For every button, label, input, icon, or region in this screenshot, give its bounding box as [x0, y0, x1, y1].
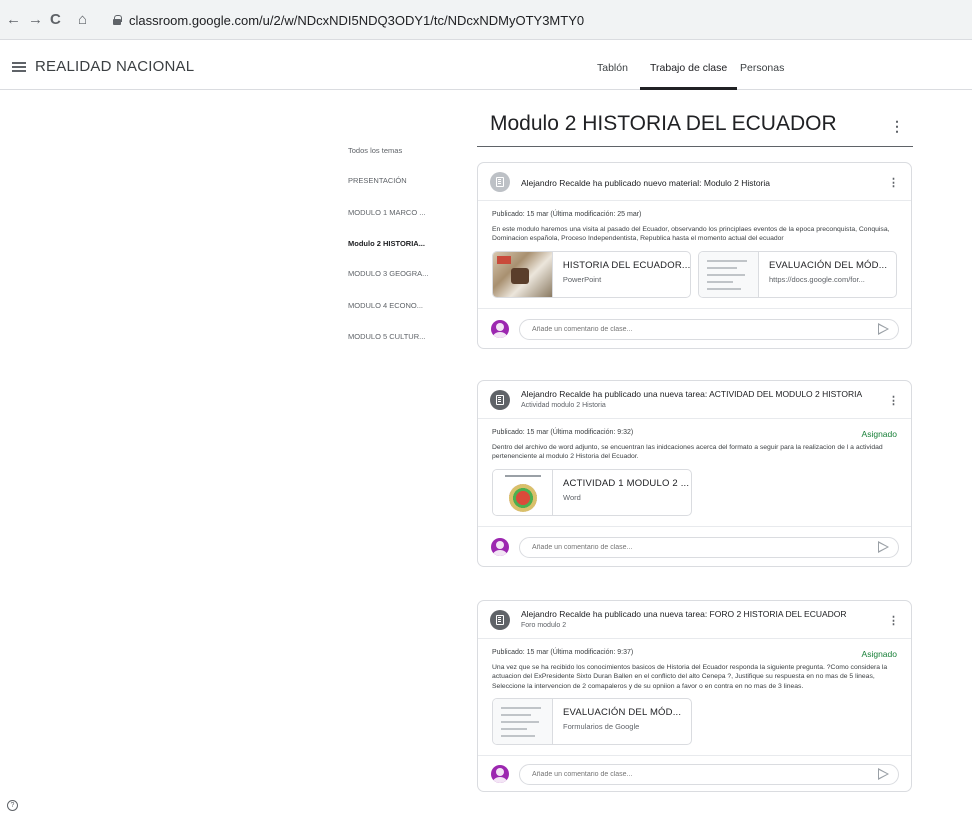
topic-modulo-4[interactable]: MODULO 4 ECONO...: [348, 301, 423, 310]
attachment-thumbnail: [493, 251, 553, 297]
post-body: Publicado: 15 mar (Última modificación: …: [478, 639, 911, 755]
assignment-icon: [490, 390, 510, 410]
post-title[interactable]: Alejandro Recalde ha publicado nuevo mat…: [521, 178, 770, 188]
topic-modulo-3[interactable]: MODULO 3 GEOGRA...: [348, 269, 428, 278]
comment-row: [478, 525, 911, 566]
post-meta: Publicado: 15 mar (Última modificación: …: [492, 429, 634, 436]
post-card-assignment[interactable]: Alejandro Recalde ha publicado una nueva…: [477, 600, 912, 793]
forward-arrow-icon[interactable]: →: [28, 12, 43, 28]
tab-tablon[interactable]: Tablón: [597, 62, 628, 90]
class-title[interactable]: REALIDAD NACIONAL: [35, 58, 194, 75]
home-icon[interactable]: ⌂: [78, 12, 87, 28]
topic-modulo-5[interactable]: MODULO 5 CULTUR...: [348, 332, 425, 341]
post-subtitle: Foro modulo 2: [521, 622, 567, 629]
lock-icon: [113, 15, 122, 25]
comment-input[interactable]: [519, 318, 899, 340]
topic-modulo-2[interactable]: Modulo 2 HISTORIA...: [348, 239, 425, 248]
post-description: En este modulo haremos una visita al pas…: [492, 226, 890, 243]
topic-all[interactable]: Todos los temas: [348, 146, 402, 155]
send-icon[interactable]: [878, 540, 889, 553]
help-icon[interactable]: ?: [7, 800, 18, 811]
url-text: classroom.google.com/u/2/w/NDcxNDI5NDQ3O…: [129, 12, 585, 28]
material-icon: [490, 172, 510, 192]
post-subtitle: Actividad modulo 2 Historia: [521, 402, 606, 409]
status-badge: Asignado: [861, 429, 897, 439]
more-options-icon[interactable]: ⋮: [888, 394, 899, 407]
attachment-thumbnail: [493, 469, 553, 515]
comment-row: [478, 307, 911, 348]
assignment-icon: [490, 610, 510, 630]
post-header[interactable]: Alejandro Recalde ha publicado una nueva…: [478, 601, 911, 639]
attachment-title: EVALUACIÓN DEL MÓD...: [769, 259, 888, 271]
attachment-word[interactable]: ACTIVIDAD 1 MODULO 2 ... Word: [492, 468, 692, 516]
post-card-material[interactable]: Alejandro Recalde ha publicado nuevo mat…: [477, 162, 912, 349]
post-header[interactable]: Alejandro Recalde ha publicado nuevo mat…: [478, 163, 911, 201]
topic-presentacion[interactable]: PRESENTACIÓN: [348, 176, 407, 185]
post-card-assignment[interactable]: Alejandro Recalde ha publicado una nueva…: [477, 380, 912, 567]
avatar: [491, 765, 509, 784]
attachment-type: Word: [563, 492, 581, 502]
post-body: Publicado: 15 mar (Última modificación: …: [478, 201, 911, 308]
post-title[interactable]: Alejandro Recalde ha publicado una nueva…: [521, 609, 847, 619]
attachments: ACTIVIDAD 1 MODULO 2 ... Word: [492, 468, 897, 526]
attachments: HISTORIA DEL ECUADOR... PowerPoint EVALU…: [492, 250, 897, 308]
attachment-thumbnail: [493, 699, 553, 745]
reload-icon[interactable]: C: [50, 12, 61, 28]
attachment-title: EVALUACIÓN DEL MÓD...: [563, 707, 682, 719]
attachment-form-link[interactable]: EVALUACIÓN DEL MÓD... https://docs.googl…: [698, 250, 897, 298]
attachment-title: ACTIVIDAD 1 MODULO 2 ...: [563, 477, 690, 489]
post-title[interactable]: Alejandro Recalde ha publicado una nueva…: [521, 389, 862, 399]
attachment-type: PowerPoint: [562, 274, 602, 284]
back-arrow-icon[interactable]: ←: [6, 12, 21, 28]
topic-modulo-1[interactable]: MODULO 1 MARCO ...: [348, 208, 426, 217]
send-icon[interactable]: [878, 768, 889, 781]
send-icon[interactable]: [878, 322, 889, 335]
post-header[interactable]: Alejandro Recalde ha publicado una nueva…: [478, 381, 911, 419]
section-title: Modulo 2 HISTORIA DEL ECUADOR: [490, 112, 837, 135]
attachment-thumbnail: [699, 251, 759, 297]
browser-toolbar: ← → C ⌂ classroom.google.com/u/2/w/NDcxN…: [0, 0, 972, 40]
post-meta: Publicado: 15 mar (Última modificación: …: [492, 211, 642, 218]
section-divider: [477, 146, 913, 147]
attachment-type: Formularios de Google: [563, 722, 640, 732]
app-header: REALIDAD NACIONAL Tablón Trabajo de clas…: [0, 40, 972, 90]
attachment-title: HISTORIA DEL ECUADOR...: [562, 259, 690, 271]
post-description: Una vez que se ha recibido los conocimie…: [492, 664, 888, 690]
comment-input[interactable]: [519, 764, 899, 786]
comment-input[interactable]: [519, 536, 899, 558]
avatar: [491, 537, 509, 556]
comment-row: [478, 755, 911, 791]
post-body: Publicado: 15 mar (Última modificación: …: [478, 419, 911, 526]
attachment-google-form[interactable]: EVALUACIÓN DEL MÓD... Formularios de Goo…: [492, 698, 692, 746]
more-options-icon[interactable]: ⋮: [890, 118, 904, 135]
hamburger-menu-icon[interactable]: [12, 62, 26, 72]
post-meta: Publicado: 15 mar (Última modificación: …: [492, 649, 634, 656]
post-description: Dentro del archivo de word adjunto, se e…: [492, 444, 883, 461]
status-badge: Asignado: [861, 649, 897, 659]
attachment-powerpoint[interactable]: HISTORIA DEL ECUADOR... PowerPoint: [492, 250, 691, 298]
tab-trabajo-de-clase[interactable]: Trabajo de clase: [640, 62, 738, 90]
more-options-icon[interactable]: ⋮: [888, 176, 899, 189]
attachments: EVALUACIÓN DEL MÓD... Formularios de Goo…: [492, 698, 897, 755]
tab-personas[interactable]: Personas: [740, 62, 784, 90]
address-bar[interactable]: classroom.google.com/u/2/w/NDcxNDI5NDQ3O…: [113, 8, 958, 32]
more-options-icon[interactable]: ⋮: [888, 614, 899, 627]
attachment-type: https://docs.google.com/for...: [769, 274, 865, 284]
avatar: [491, 319, 509, 338]
